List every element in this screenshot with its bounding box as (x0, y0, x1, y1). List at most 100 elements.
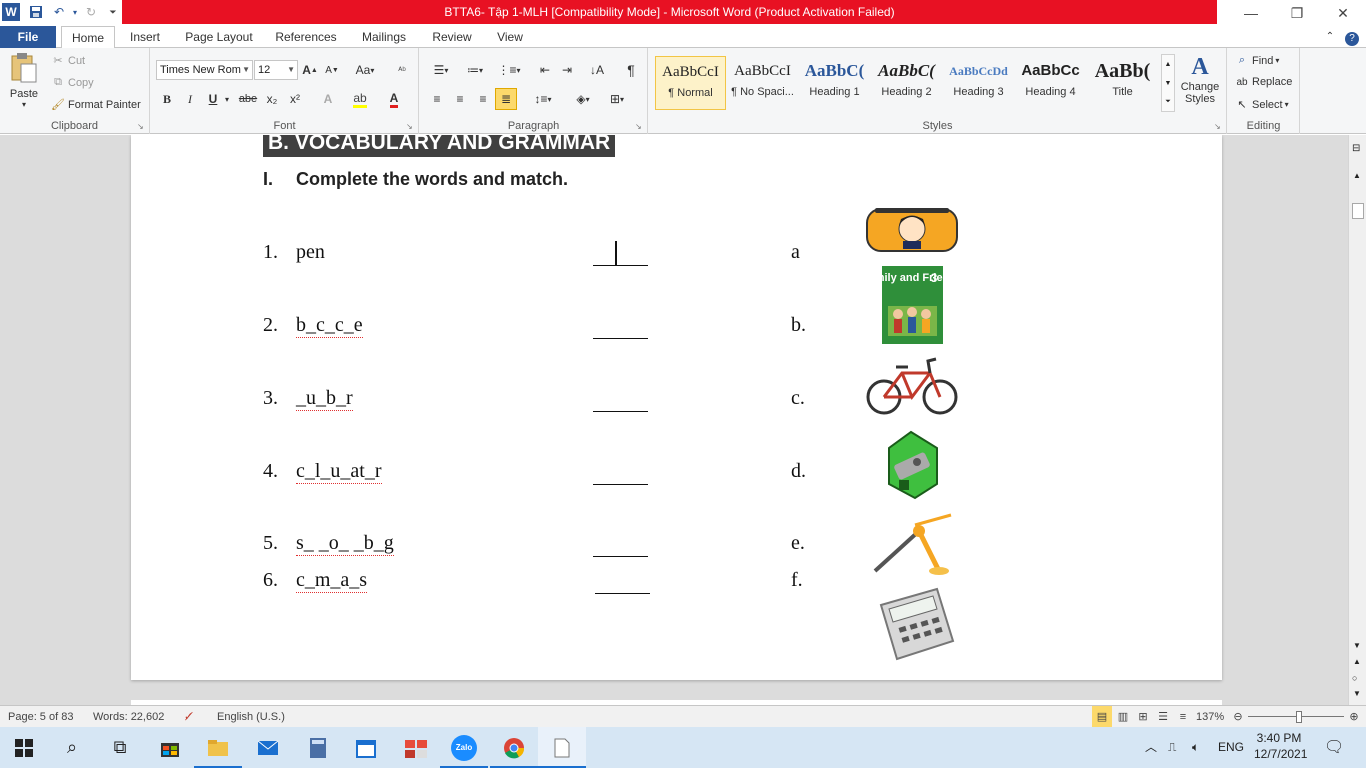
scroll-up-icon[interactable]: ▲ (1353, 171, 1361, 180)
decrease-indent-icon[interactable]: ⇤ (534, 59, 556, 81)
paste-button[interactable]: Paste ▾ (6, 52, 42, 109)
multilevel-list-icon[interactable]: ⋮≡ ▾ (494, 59, 524, 81)
document-page[interactable]: B. VOCABULARY AND GRAMMAR I. Complete th… (131, 135, 1222, 680)
customize-quick-access-icon[interactable]: ⏷ (104, 3, 122, 21)
bullets-icon[interactable]: ☰ ▾ (426, 59, 456, 81)
style-no-spacing[interactable]: AaBbCcI ¶ No Spaci... (727, 56, 798, 110)
tab-view[interactable]: View (490, 26, 530, 48)
style-heading-3[interactable]: AaBbCcDd Heading 3 (943, 56, 1014, 110)
calendar-icon[interactable] (342, 727, 390, 768)
styles-more-icon[interactable]: ⏷ (1162, 93, 1174, 111)
answer-blank[interactable] (593, 265, 648, 266)
scroll-down-icon[interactable]: ▼ (1353, 641, 1361, 650)
previous-page-icon[interactable]: ▲ (1353, 657, 1361, 666)
underline-dropdown-icon[interactable]: ▾ (221, 88, 233, 110)
ruler-toggle-icon[interactable]: ⊟ (1352, 143, 1360, 154)
show-hidden-icons[interactable]: ︿ (1145, 727, 1157, 768)
chrome-icon[interactable] (490, 727, 538, 768)
calculator-app-icon[interactable] (294, 727, 342, 768)
full-screen-reading-icon[interactable]: ▥ (1114, 706, 1132, 728)
search-icon[interactable]: ⌕ (48, 727, 96, 768)
app-icon[interactable] (392, 727, 440, 768)
align-center-icon[interactable]: ≡ (449, 88, 471, 110)
zoom-out-icon[interactable]: ⊖ (1231, 706, 1245, 728)
show-formatting-icon[interactable]: ¶ (620, 59, 642, 81)
tab-file[interactable]: File (0, 26, 56, 48)
change-case-button[interactable]: Aa ▾ (351, 59, 379, 81)
tab-page-layout[interactable]: Page Layout (180, 26, 258, 48)
paragraph-launcher-icon[interactable]: ↘ (635, 122, 644, 131)
minimize-button[interactable]: — (1228, 0, 1274, 26)
style-heading-4[interactable]: AaBbCc Heading 4 (1015, 56, 1086, 110)
shading-icon[interactable]: ◈ ▾ (568, 88, 598, 110)
justify-icon[interactable]: ≣ (495, 88, 517, 110)
cut-button[interactable]: ✂ Cut (50, 54, 85, 68)
scroll-thumb[interactable] (1352, 203, 1364, 219)
increase-indent-icon[interactable]: ⇥ (556, 59, 578, 81)
clear-formatting-icon[interactable]: ᴬᵇ (391, 59, 413, 81)
find-button[interactable]: ⌕ Find ▾ (1234, 54, 1280, 67)
word-document-icon[interactable] (538, 727, 586, 768)
highlight-color-icon[interactable]: ab (349, 88, 371, 110)
answer-blank[interactable] (593, 411, 648, 412)
zoom-level[interactable]: 137% (1196, 706, 1224, 728)
italic-button[interactable]: I (179, 88, 201, 110)
answer-blank[interactable] (593, 556, 648, 557)
print-layout-icon[interactable]: ▤ (1092, 706, 1112, 728)
tab-home[interactable]: Home (61, 26, 115, 49)
style-title[interactable]: AaBb( Title (1087, 56, 1158, 110)
align-right-icon[interactable]: ≡ (472, 88, 494, 110)
font-size-combo[interactable]: 12 ▼ (254, 60, 298, 80)
network-icon[interactable]: ⎍ (1168, 727, 1176, 768)
replace-button[interactable]: ab Replace (1234, 76, 1292, 88)
style-normal[interactable]: AaBbCcI ¶ Normal (655, 56, 726, 110)
tab-review[interactable]: Review (426, 26, 478, 48)
clock[interactable]: 3:40 PM 12/7/2021 (1254, 730, 1307, 762)
styles-scroll[interactable]: ▲ ▼ ⏷ (1161, 54, 1175, 112)
draft-icon[interactable]: ≡ (1174, 706, 1192, 728)
browse-object-icon[interactable]: ○ (1352, 673, 1357, 683)
format-painter-button[interactable]: 🖌 Format Painter (50, 98, 141, 112)
language[interactable]: English (U.S.) (217, 706, 285, 728)
task-view-icon[interactable]: ⧉ (96, 727, 144, 768)
tab-references[interactable]: References (270, 26, 342, 48)
help-icon[interactable]: ? (1342, 26, 1362, 48)
copy-button[interactable]: ⧉ Copy (50, 76, 94, 89)
borders-icon[interactable]: ⊞ ▾ (602, 88, 632, 110)
zalo-icon[interactable]: Zalo (440, 727, 488, 768)
superscript-button[interactable]: x² (284, 88, 306, 110)
item-word[interactable]: pen (296, 241, 325, 264)
redo-icon[interactable]: ↻ (82, 3, 100, 21)
close-button[interactable]: ✕ (1320, 0, 1366, 26)
numbering-icon[interactable]: ≔ ▾ (460, 59, 490, 81)
sort-icon[interactable]: ↓A (586, 59, 608, 81)
strikethrough-button[interactable]: abe (237, 88, 259, 110)
grow-font-button[interactable]: A ▲ (299, 59, 321, 81)
style-heading-1[interactable]: AaBbC( Heading 1 (799, 56, 870, 110)
notifications-icon[interactable]: 🗨︎ (1324, 727, 1344, 768)
align-left-icon[interactable]: ≡ (426, 88, 448, 110)
item-word[interactable]: b_c_c_e (296, 314, 363, 338)
vertical-scrollbar[interactable]: ⊟ ▲ ▼ ▲ ○ ▼ (1348, 135, 1366, 705)
file-explorer-icon[interactable] (194, 727, 242, 768)
next-page-icon[interactable]: ▼ (1353, 689, 1361, 698)
shrink-font-button[interactable]: A ▼ (321, 59, 343, 81)
zoom-in-icon[interactable]: ⊕ (1347, 706, 1361, 728)
item-word[interactable]: _u_b_r (296, 387, 353, 411)
font-color-icon[interactable]: A (383, 88, 405, 110)
mail-icon[interactable] (244, 727, 292, 768)
answer-blank[interactable] (593, 338, 648, 339)
styles-down-icon[interactable]: ▼ (1162, 74, 1174, 93)
volume-icon[interactable]: 🔈︎ (1192, 727, 1199, 768)
change-styles-button[interactable]: A Change Styles (1177, 54, 1223, 105)
line-spacing-icon[interactable]: ↕≡ ▾ (528, 88, 558, 110)
styles-up-icon[interactable]: ▲ (1162, 55, 1174, 74)
windows-start-icon[interactable] (0, 727, 48, 768)
proofing-icon[interactable]: ✓̸ (184, 706, 193, 728)
clipboard-launcher-icon[interactable]: ↘ (137, 122, 146, 131)
subscript-button[interactable]: x₂ (261, 88, 283, 110)
style-heading-2[interactable]: AaBbC( Heading 2 (871, 56, 942, 110)
outline-icon[interactable]: ☰ (1154, 706, 1172, 728)
answer-blank[interactable] (593, 484, 648, 485)
tab-mailings[interactable]: Mailings (354, 26, 414, 48)
